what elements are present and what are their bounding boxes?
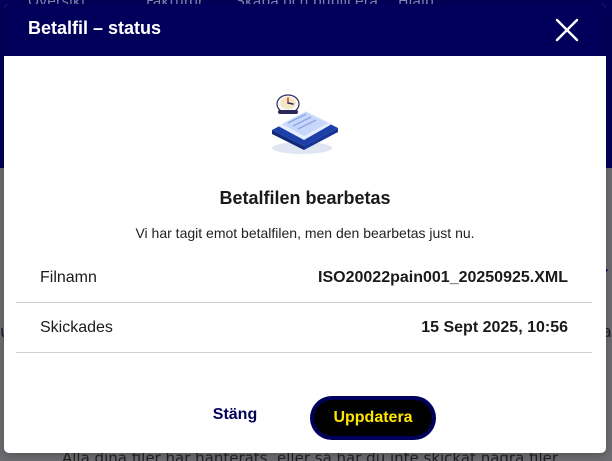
- update-button-label: Uppdatera: [314, 400, 432, 436]
- close-icon: [555, 18, 579, 42]
- detail-row-sent: Skickades 15 Sept 2025, 10:56: [16, 303, 592, 353]
- detail-label: Filnamn: [40, 269, 97, 286]
- detail-row-filename: Filnamn ISO20022pain001_20250925.XML: [16, 253, 592, 303]
- status-heading: Betalfilen bearbetas: [219, 188, 391, 208]
- detail-value: ISO20022pain001_20250925.XML: [318, 269, 568, 286]
- dialog-header: Betalfil – status: [4, 4, 606, 56]
- detail-label: Skickades: [40, 319, 113, 336]
- detail-value: 15 Sept 2025, 10:56: [421, 319, 568, 336]
- status-dialog: Betalfil – status Betalfilen bearbetas V…: [4, 4, 606, 453]
- update-button[interactable]: Uppdatera: [310, 396, 436, 440]
- close-button[interactable]: Stäng: [200, 406, 270, 430]
- close-dialog-button[interactable]: [551, 14, 583, 46]
- status-message: Vi har tagit emot betalfilen, men den be…: [135, 225, 475, 241]
- dialog-title: Betalfil – status: [28, 18, 162, 38]
- document-with-clock-icon: [272, 94, 338, 154]
